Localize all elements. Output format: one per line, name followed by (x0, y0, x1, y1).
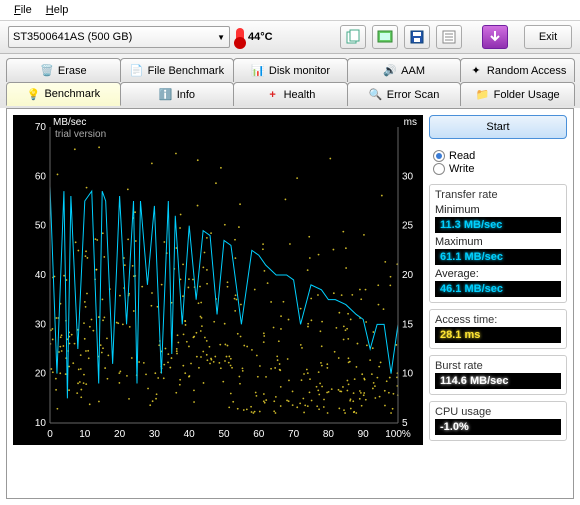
drive-selected-label: ST3500641AS (500 GB) (13, 31, 132, 43)
svg-text:10: 10 (402, 369, 414, 380)
radio-dot-icon (433, 150, 445, 162)
cpu-usage-group: CPU usage -1.0% (429, 401, 567, 441)
tab-erase[interactable]: 🗑️Erase (6, 58, 121, 82)
radio-dot-icon (433, 163, 445, 175)
svg-text:20: 20 (402, 270, 414, 281)
svg-text:20: 20 (114, 429, 126, 440)
tab-row-top: 🗑️Erase 📄File Benchmark 📊Disk monitor 🔊A… (6, 58, 574, 82)
svg-text:70: 70 (35, 122, 47, 133)
svg-text:70: 70 (288, 429, 300, 440)
trash-icon: 🗑️ (40, 64, 54, 78)
tab-health[interactable]: +Health (233, 82, 348, 106)
svg-text:60: 60 (253, 429, 265, 440)
radio-write[interactable]: Write (433, 163, 563, 175)
mode-radio-group: Read Write (429, 147, 567, 178)
transfer-max-value: 61.1 MB/sec (435, 249, 561, 265)
svg-text:30: 30 (35, 319, 47, 330)
svg-text:30: 30 (149, 429, 161, 440)
magnify-icon: 🔍 (369, 88, 383, 102)
folder-icon: 📁 (476, 88, 490, 102)
options-button[interactable] (436, 25, 462, 49)
temperature-display: 44°C (236, 28, 273, 46)
cpu-usage-value: -1.0% (435, 419, 561, 435)
benchmark-chart: MB/sec ms trial version 10203040506070 5… (13, 115, 423, 445)
svg-text:10: 10 (35, 418, 47, 429)
tab-info[interactable]: ℹ️Info (120, 82, 235, 106)
svg-text:5: 5 (402, 418, 408, 429)
menu-file[interactable]: File (8, 2, 38, 18)
random-icon: ✦ (469, 64, 483, 78)
transfer-rate-group: Transfer rate Minimum 11.3 MB/sec Maximu… (429, 184, 567, 303)
copy-info-button[interactable] (340, 25, 366, 49)
tab-row-bottom: 💡Benchmark ℹ️Info +Health 🔍Error Scan 📁F… (6, 82, 574, 106)
menu-help[interactable]: Help (40, 2, 75, 18)
diskmon-icon: 📊 (251, 64, 265, 78)
svg-text:0: 0 (47, 429, 53, 440)
svg-text:40: 40 (35, 270, 47, 281)
svg-text:60: 60 (35, 171, 47, 182)
drive-dropdown[interactable]: ST3500641AS (500 GB) ▼ (8, 26, 230, 48)
transfer-avg-value: 46.1 MB/sec (435, 281, 561, 297)
svg-text:10: 10 (79, 429, 91, 440)
info-icon: ℹ️ (159, 88, 173, 102)
tab-file-benchmark[interactable]: 📄File Benchmark (120, 58, 235, 82)
health-icon: + (266, 88, 280, 102)
tab-disk-monitor[interactable]: 📊Disk monitor (233, 58, 348, 82)
svg-text:25: 25 (402, 221, 414, 232)
burst-rate-value: 114.6 MB/sec (435, 373, 561, 389)
temperature-value: 44°C (248, 31, 273, 43)
tab-aam[interactable]: 🔊AAM (347, 58, 462, 82)
speaker-icon: 🔊 (383, 64, 397, 78)
screenshot-button[interactable] (372, 25, 398, 49)
filebench-icon: 📄 (130, 64, 144, 78)
exit-button[interactable]: Exit (524, 25, 572, 49)
bulb-icon: 💡 (26, 87, 40, 101)
svg-text:30: 30 (402, 171, 414, 182)
start-button[interactable]: Start (429, 115, 567, 139)
toolbar: ST3500641AS (500 GB) ▼ 44°C Exit (0, 21, 580, 54)
access-time-group: Access time: 28.1 ms (429, 309, 567, 349)
tab-benchmark[interactable]: 💡Benchmark (6, 82, 121, 106)
side-panel: Start Read Write Transfer rate Minimum 1… (429, 115, 567, 492)
svg-text:20: 20 (35, 369, 47, 380)
svg-text:50: 50 (35, 221, 47, 232)
tab-random-access[interactable]: ✦Random Access (460, 58, 575, 82)
save-button[interactable] (404, 25, 430, 49)
refresh-button[interactable] (482, 25, 508, 49)
chart-svg: 10203040506070 51015202530 0102030405060… (13, 115, 423, 445)
thermometer-icon (236, 28, 244, 46)
svg-text:15: 15 (402, 319, 414, 330)
transfer-min-value: 11.3 MB/sec (435, 217, 561, 233)
chevron-down-icon: ▼ (217, 33, 225, 42)
tab-area: 🗑️Erase 📄File Benchmark 📊Disk monitor 🔊A… (0, 54, 580, 108)
tab-folder-usage[interactable]: 📁Folder Usage (460, 82, 575, 106)
svg-text:40: 40 (184, 429, 196, 440)
menubar: File Help (0, 0, 580, 21)
burst-rate-group: Burst rate 114.6 MB/sec (429, 355, 567, 395)
svg-text:50: 50 (218, 429, 230, 440)
access-time-value: 28.1 ms (435, 327, 561, 343)
svg-text:90: 90 (358, 429, 370, 440)
radio-read[interactable]: Read (433, 150, 563, 162)
tab-content-benchmark: MB/sec ms trial version 10203040506070 5… (6, 108, 574, 499)
tab-error-scan[interactable]: 🔍Error Scan (347, 82, 462, 106)
svg-text:80: 80 (323, 429, 335, 440)
svg-text:100%: 100% (385, 429, 411, 440)
